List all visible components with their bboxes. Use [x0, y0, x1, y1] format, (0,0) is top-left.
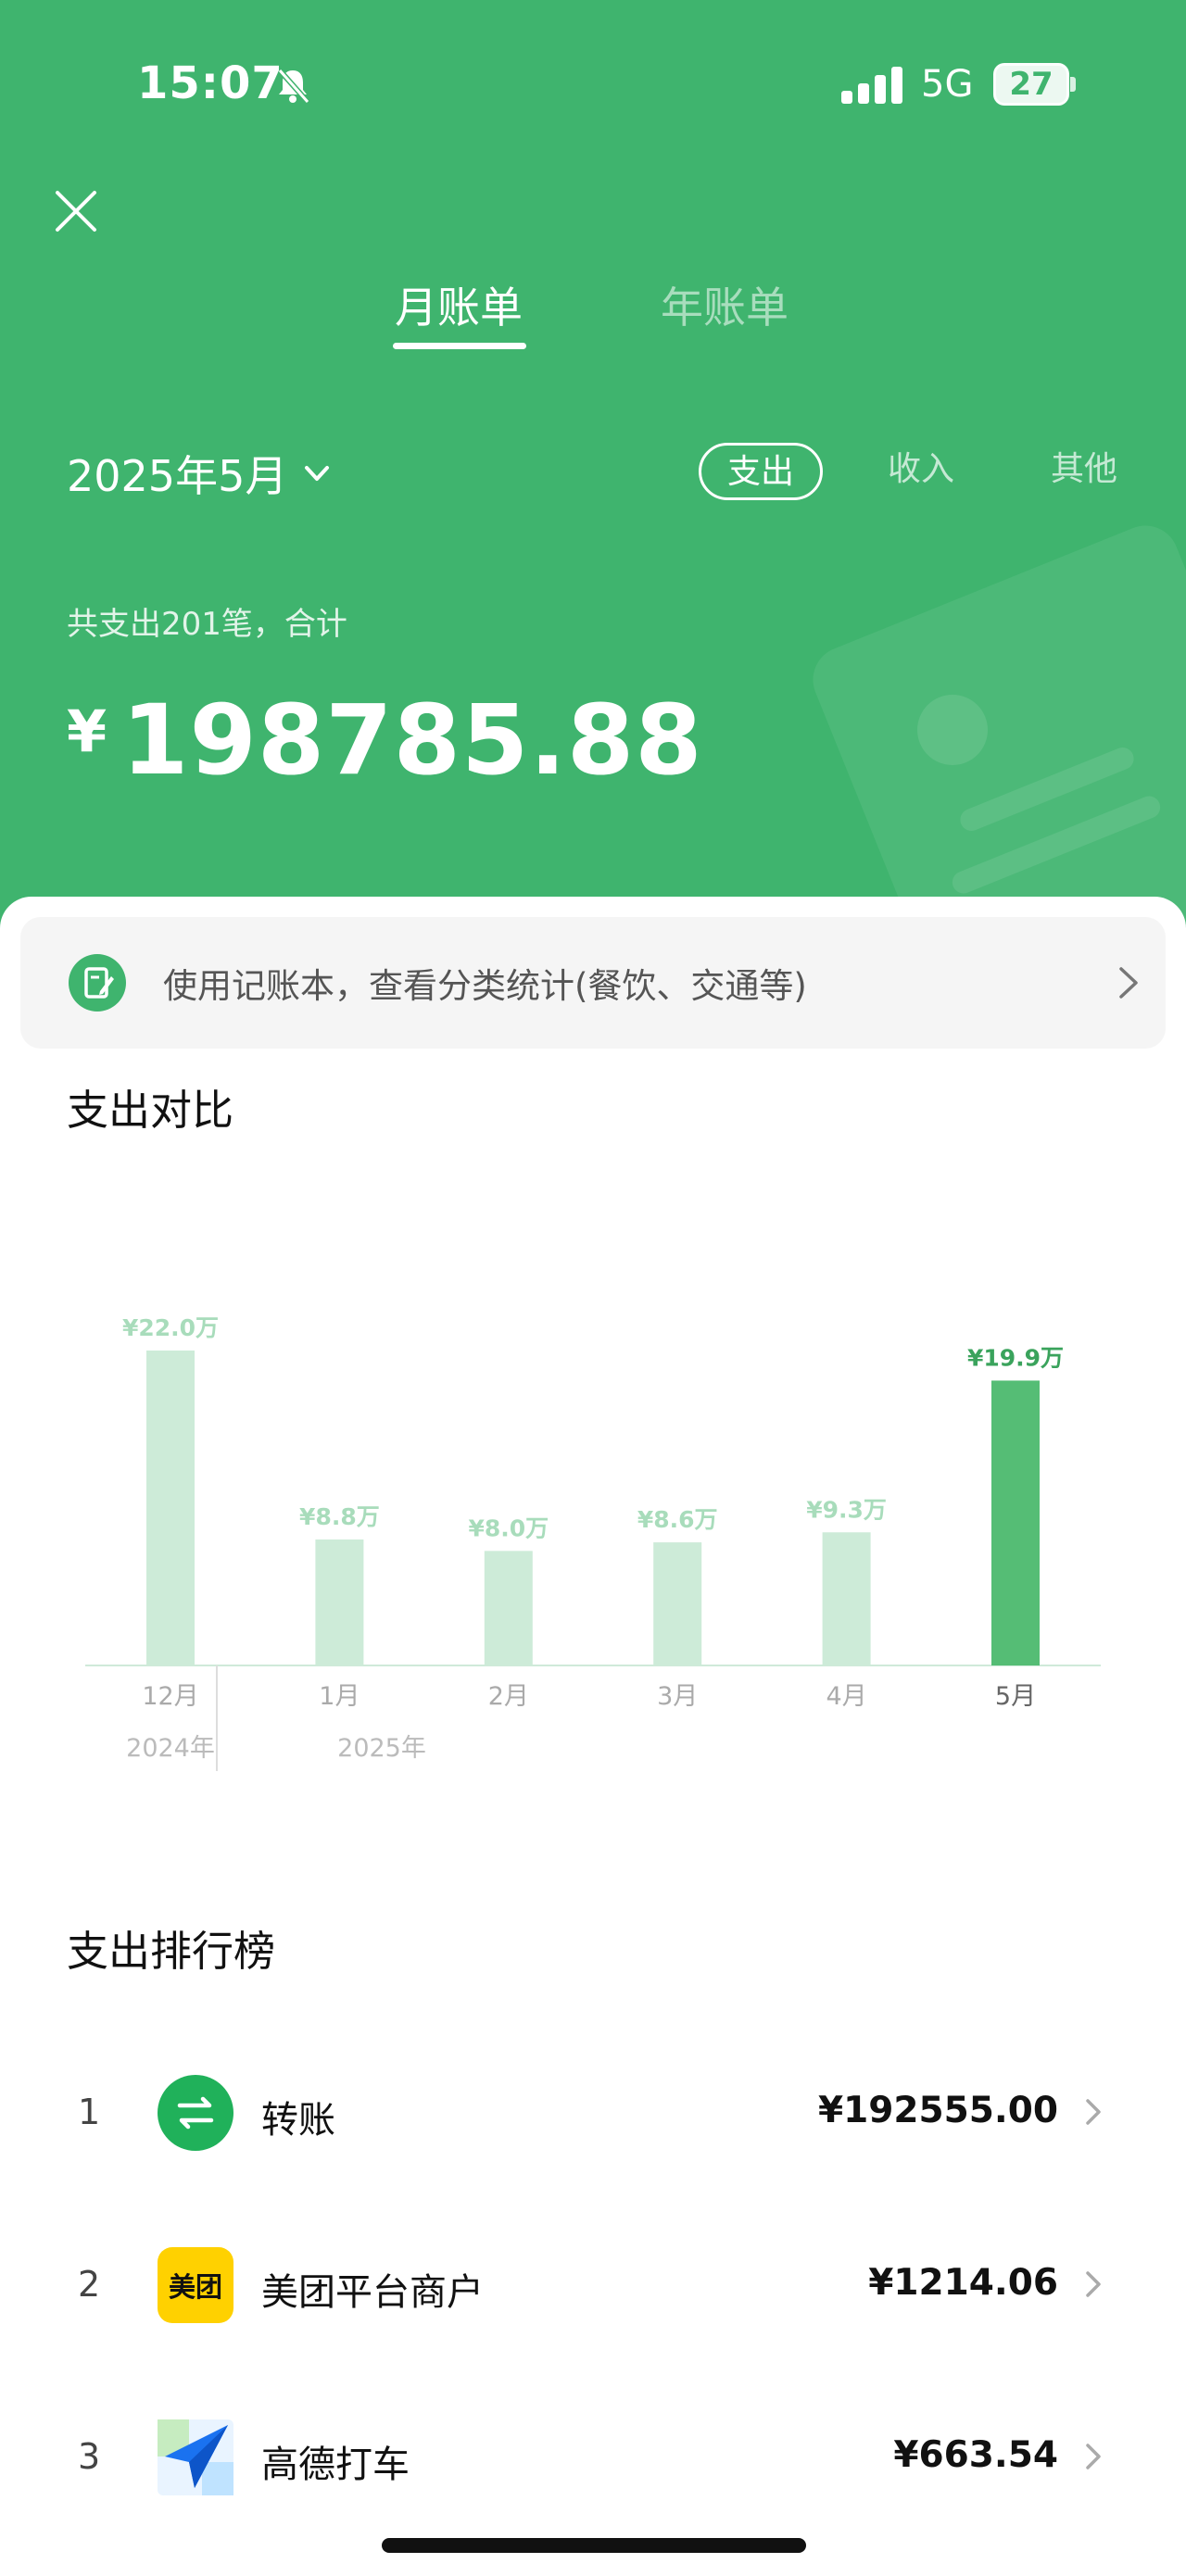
bar-value-label: ¥8.6万 — [637, 1506, 718, 1533]
filter-income[interactable]: 收入 — [888, 443, 954, 500]
x-tick-label: 3月 — [657, 1682, 698, 1711]
tab-active-indicator — [393, 343, 526, 349]
chart-bar — [484, 1551, 533, 1665]
total-expense: ¥ 198785.88 — [67, 684, 703, 797]
tab-monthly-bill[interactable]: 月账单 — [395, 274, 523, 335]
filter-expense[interactable]: 支出 — [699, 443, 824, 500]
chevron-right-icon — [1086, 2271, 1101, 2297]
decorative-dot — [917, 695, 988, 765]
rank-number: 2 — [78, 2264, 101, 2305]
ledger-promo-banner[interactable]: 使用记账本，查看分类统计(餐饮、交通等) — [20, 917, 1166, 1049]
chevron-right-icon — [1086, 2099, 1101, 2125]
year-label: 2025年 — [337, 1734, 426, 1763]
x-tick-label: 1月 — [319, 1682, 360, 1711]
chevron-right-icon — [1119, 967, 1138, 999]
chart-bar — [991, 1380, 1040, 1665]
currency-symbol: ¥ — [67, 697, 107, 765]
year-label: 2024年 — [126, 1734, 215, 1763]
expense-compare-chart: ¥22.0万 12月 ¥8.8万 1月 ¥8.0万 2月 ¥8.6万 3月 ¥9.3万 4月 ¥19… — [85, 1314, 1101, 1771]
bar-value-label: ¥8.8万 — [299, 1503, 380, 1530]
ranking-row[interactable]: 3 高德打车 ¥663.54 — [0, 2410, 1186, 2503]
merchant-amount: ¥663.54 — [893, 2434, 1058, 2476]
filter-other[interactable]: 其他 — [1051, 443, 1117, 500]
bell-muted-icon — [277, 69, 310, 104]
bar-value-label: ¥9.3万 — [806, 1496, 887, 1523]
meituan-logo: 美团 — [158, 2247, 233, 2323]
chart-bar — [653, 1542, 702, 1665]
close-icon[interactable] — [48, 183, 104, 239]
month-picker[interactable]: 2025年5月 — [67, 443, 334, 504]
chart-bar — [315, 1539, 364, 1665]
promo-text: 使用记账本，查看分类统计(餐饮、交通等) — [163, 966, 807, 1006]
merchant-amount: ¥192555.00 — [817, 2090, 1058, 2131]
header-panel: 15:07 5G 27 月账单 年账单 2025年5月 支出 收入 其他 共支出… — [0, 0, 1186, 936]
tab-yearly-bill[interactable]: 年账单 — [661, 274, 789, 335]
network-type: 5G — [921, 63, 974, 106]
signal-icon — [841, 67, 902, 104]
battery-indicator: 27 — [993, 63, 1076, 106]
svg-text:美团: 美团 — [169, 2271, 222, 2303]
rank-number: 1 — [78, 2092, 101, 2132]
transfer-icon — [158, 2075, 233, 2151]
total-amount: 198785.88 — [121, 684, 703, 797]
merchant-name: 高德打车 — [261, 2444, 410, 2486]
bar-value-label: ¥22.0万 — [122, 1314, 219, 1341]
x-tick-label: 4月 — [826, 1682, 867, 1711]
x-tick-label: 5月 — [995, 1682, 1036, 1711]
chevron-down-icon — [305, 466, 330, 481]
home-indicator[interactable] — [382, 2538, 806, 2553]
amap-taxi-logo — [158, 2419, 233, 2495]
merchant-name: 转账 — [261, 2099, 335, 2142]
expense-compare-title: 支出对比 — [67, 1086, 234, 1135]
ranking-row[interactable]: 1 转账 ¥192555.00 — [0, 2066, 1186, 2158]
bar-value-label: ¥19.9万 — [967, 1344, 1064, 1371]
expense-ranking-title: 支出排行榜 — [67, 1927, 276, 1976]
x-tick-label: 12月 — [142, 1682, 198, 1711]
chart-bar — [822, 1532, 871, 1665]
ranking-row[interactable]: 2 美团 美团平台商户 ¥1214.06 — [0, 2238, 1186, 2331]
merchant-name: 美团平台商户 — [261, 2271, 484, 2314]
rank-number: 3 — [78, 2436, 101, 2477]
x-tick-label: 2月 — [488, 1682, 529, 1711]
expense-summary-label: 共支出201笔，合计 — [67, 606, 347, 643]
merchant-amount: ¥1214.06 — [868, 2262, 1058, 2304]
chevron-right-icon — [1086, 2444, 1101, 2469]
bar-value-label: ¥8.0万 — [468, 1514, 549, 1541]
chart-bar — [146, 1351, 195, 1665]
month-picker-label: 2025年5月 — [67, 451, 288, 501]
ledger-book-icon — [69, 954, 126, 1012]
status-time: 15:07 — [137, 57, 284, 109]
